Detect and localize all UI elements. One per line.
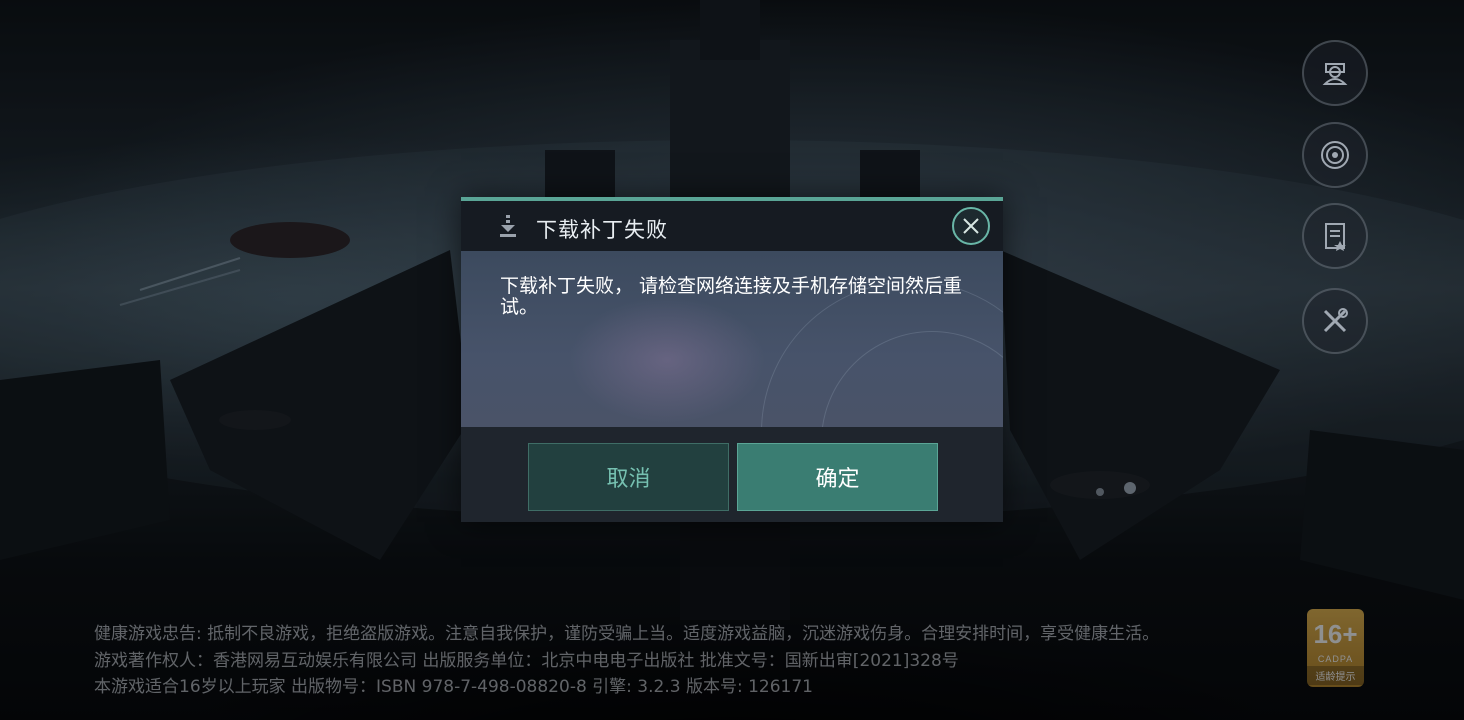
dialog-title: 下载补丁失败 [536,218,668,242]
account-icon [1322,63,1348,85]
notice-button[interactable] [1302,203,1368,269]
repair-tools-button[interactable] [1302,288,1368,354]
dialog-message: 下载补丁失败， 请检查网络连接及手机存储空间然后重试。 [500,275,963,318]
dialog-header: 下载补丁失败 [461,201,1003,251]
dialog-body: 下载补丁失败， 请检查网络连接及手机存储空间然后重试。 [461,251,1003,427]
patch-download-failed-dialog: 下载补丁失败 下载补丁失败， 请检查网络连接及手机存储空间然后重试。 取消 确定 [461,197,1003,522]
repair-tools-icon [1323,308,1348,333]
notice-icon [1325,223,1346,251]
close-icon [963,218,979,234]
dialog-footer: 取消 确定 [461,427,1003,522]
age-rating-tip: 适龄提示 [1307,666,1364,685]
account-button[interactable] [1302,40,1368,106]
broadcast-button[interactable] [1302,122,1368,188]
broadcast-icon [1321,141,1349,169]
age-rating-org: CADPA [1317,654,1354,664]
confirm-button[interactable]: 确定 [737,443,938,511]
cancel-button[interactable]: 取消 [528,443,729,511]
publication-info: 本游戏适合16岁以上玩家 出版物号：ISBN 978-7-498-08820-8… [94,677,813,697]
health-game-notice: 健康游戏忠告: 抵制不良游戏，拒绝盗版游戏。注意自我保护，谨防受骗上当。适度游戏… [94,624,1160,644]
age-rating-badge[interactable]: 16+ CADPA 适龄提示 [1307,609,1364,687]
copyright-info: 游戏著作权人：香港网易互动娱乐有限公司 出版服务单位：北京中电电子出版社 批准文… [94,651,959,671]
close-button[interactable] [952,207,990,245]
age-rating-label: 16+ [1313,619,1358,649]
download-icon [500,215,516,237]
